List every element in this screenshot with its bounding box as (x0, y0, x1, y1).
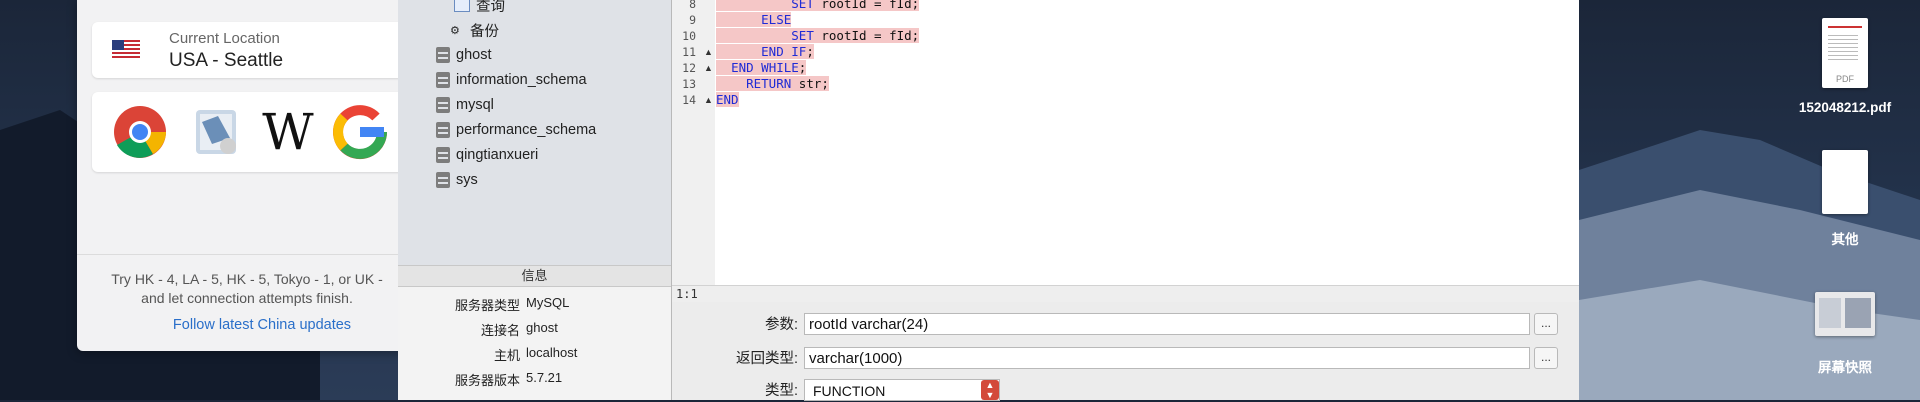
database-icon (436, 47, 450, 63)
tree-item-db[interactable]: information_schema (436, 70, 587, 90)
pdf-badge: PDF (1836, 74, 1854, 84)
routine-properties-form: 参数: rootId varchar(24) ... 返回类型: varchar… (672, 302, 1579, 401)
us-flag-icon (112, 40, 140, 60)
desktop-file-label: 其他 (1831, 232, 1859, 247)
vpn-hint-line2: and let connection attempts finish. (141, 290, 353, 306)
tree-item-label: 查询 (476, 0, 505, 15)
params-label: 参数: (764, 317, 798, 333)
code-line: END IF; (716, 44, 814, 60)
document-file-icon (1822, 150, 1868, 214)
type-label: 类型: (764, 383, 798, 399)
line-number: 9 (689, 13, 696, 27)
info-key: 连接名 (480, 323, 520, 338)
tree-item-label: mysql (456, 97, 494, 113)
current-location-card[interactable]: Current Location USA - Seattle (92, 22, 422, 78)
line-number: 8 (689, 0, 696, 11)
cursor-position: 1:1 (676, 287, 698, 301)
info-row: 连接名 ghost (398, 320, 671, 340)
vpn-panel: Current Location USA - Seattle W Try HK … (77, 0, 422, 351)
tree-item-label: performance_schema (456, 122, 597, 138)
fold-marker-icon[interactable]: ▲ (704, 60, 713, 76)
tree-item-db[interactable]: mysql (436, 95, 494, 115)
tree-item-label: information_schema (456, 72, 587, 88)
tree-item-label: 备份 (470, 23, 499, 40)
current-location-label: Current Location (169, 30, 280, 47)
database-icon (436, 147, 450, 163)
fold-marker-icon[interactable]: ▲ (704, 44, 713, 60)
desktop-file-label: 152048212.pdf (1798, 100, 1892, 115)
select-caret-icon: ▲ ▼ (981, 380, 999, 400)
database-icon (436, 122, 450, 138)
code-line: END (716, 92, 739, 107)
type-select-value: FUNCTION (813, 383, 886, 399)
china-updates-link[interactable]: Follow latest China updates (97, 317, 427, 333)
query-icon (454, 0, 470, 12)
info-value: ghost (526, 320, 558, 335)
info-header: 信息 (398, 265, 671, 287)
return-type-more-button[interactable]: ... (1534, 347, 1558, 369)
info-panel: 服务器类型 MySQL 连接名 ghost 主机 localhost 服务器版本… (398, 287, 671, 400)
code-line: ELSE (716, 12, 792, 28)
tree-item-label: sys (456, 172, 478, 188)
database-icon (436, 97, 450, 113)
db-window: 查询 ⚙ 备份 ghost information_schema mysql p… (398, 0, 1579, 401)
code-line: SET rootId = fId; (716, 0, 920, 12)
return-type-field[interactable]: varchar(1000) (804, 347, 1530, 369)
google-icon[interactable] (332, 104, 388, 160)
code-line: SET rootId = fId; (716, 28, 920, 44)
desktop-file-label: 屏幕快照 (1818, 360, 1872, 375)
info-row: 主机 localhost (398, 345, 671, 365)
tree-item-db[interactable]: performance_schema (436, 120, 596, 140)
line-number: 11 (682, 45, 696, 59)
info-value: 5.7.21 (526, 370, 563, 385)
info-key: 服务器版本 (454, 373, 520, 388)
current-location-value: USA - Seattle (169, 50, 284, 71)
params-more-button[interactable]: ... (1534, 313, 1558, 335)
pdf-file-icon: PDF (1822, 18, 1868, 88)
vpn-hint-line1: Try HK - 4, LA - 5, HK - 5, Tokyo - 1, o… (111, 271, 383, 287)
tree-item-label: qingtianxueri (456, 147, 539, 163)
params-field[interactable]: rootId varchar(24) (804, 313, 1530, 335)
editor-status-bar: 1:1 (672, 285, 1579, 302)
tree-item-db[interactable]: sys (436, 170, 478, 190)
tree-item-query[interactable]: 查询 (454, 0, 505, 15)
database-tree: 查询 ⚙ 备份 ghost information_schema mysql p… (398, 0, 671, 265)
tree-item-db[interactable]: ghost (436, 45, 491, 65)
line-number: 10 (682, 29, 696, 43)
wikipedia-icon[interactable]: W (260, 104, 316, 160)
database-icon (436, 72, 450, 88)
backup-icon: ⚙ (450, 24, 460, 37)
shortcut-apps-card: W (92, 92, 422, 172)
code-line: RETURN str; (716, 76, 829, 92)
screenshot-file-icon (1815, 292, 1875, 336)
info-key: 主机 (493, 348, 520, 363)
vpn-divider (77, 254, 407, 255)
code-line: END WHILE; (716, 60, 807, 76)
tree-item-label: ghost (456, 47, 492, 63)
line-number: 12 (682, 61, 696, 75)
type-select[interactable]: FUNCTION ▲ ▼ (804, 379, 1000, 401)
tree-item-db[interactable]: qingtianxueri (436, 145, 538, 165)
info-value: localhost (526, 345, 578, 360)
info-value: MySQL (526, 295, 570, 310)
line-number: 13 (682, 77, 696, 91)
sql-editor[interactable]: 8 9 10 11 ▲ 12 ▲ 13 14 ▲ SET rootId = fI… (672, 0, 1579, 287)
fold-marker-icon[interactable]: ▲ (704, 92, 713, 108)
return-type-label: 返回类型: (735, 351, 798, 367)
line-gutter: 8 9 10 11 ▲ 12 ▲ 13 14 ▲ (672, 0, 715, 287)
info-row: 服务器类型 MySQL (398, 295, 671, 315)
chrome-icon[interactable] (112, 104, 168, 160)
database-icon (436, 172, 450, 188)
line-number: 14 (682, 93, 696, 107)
info-row: 服务器版本 5.7.21 (398, 370, 671, 390)
mail-icon[interactable] (188, 104, 244, 160)
tree-item-backup[interactable]: ⚙ 备份 (450, 20, 499, 40)
info-key: 服务器类型 (454, 298, 520, 313)
